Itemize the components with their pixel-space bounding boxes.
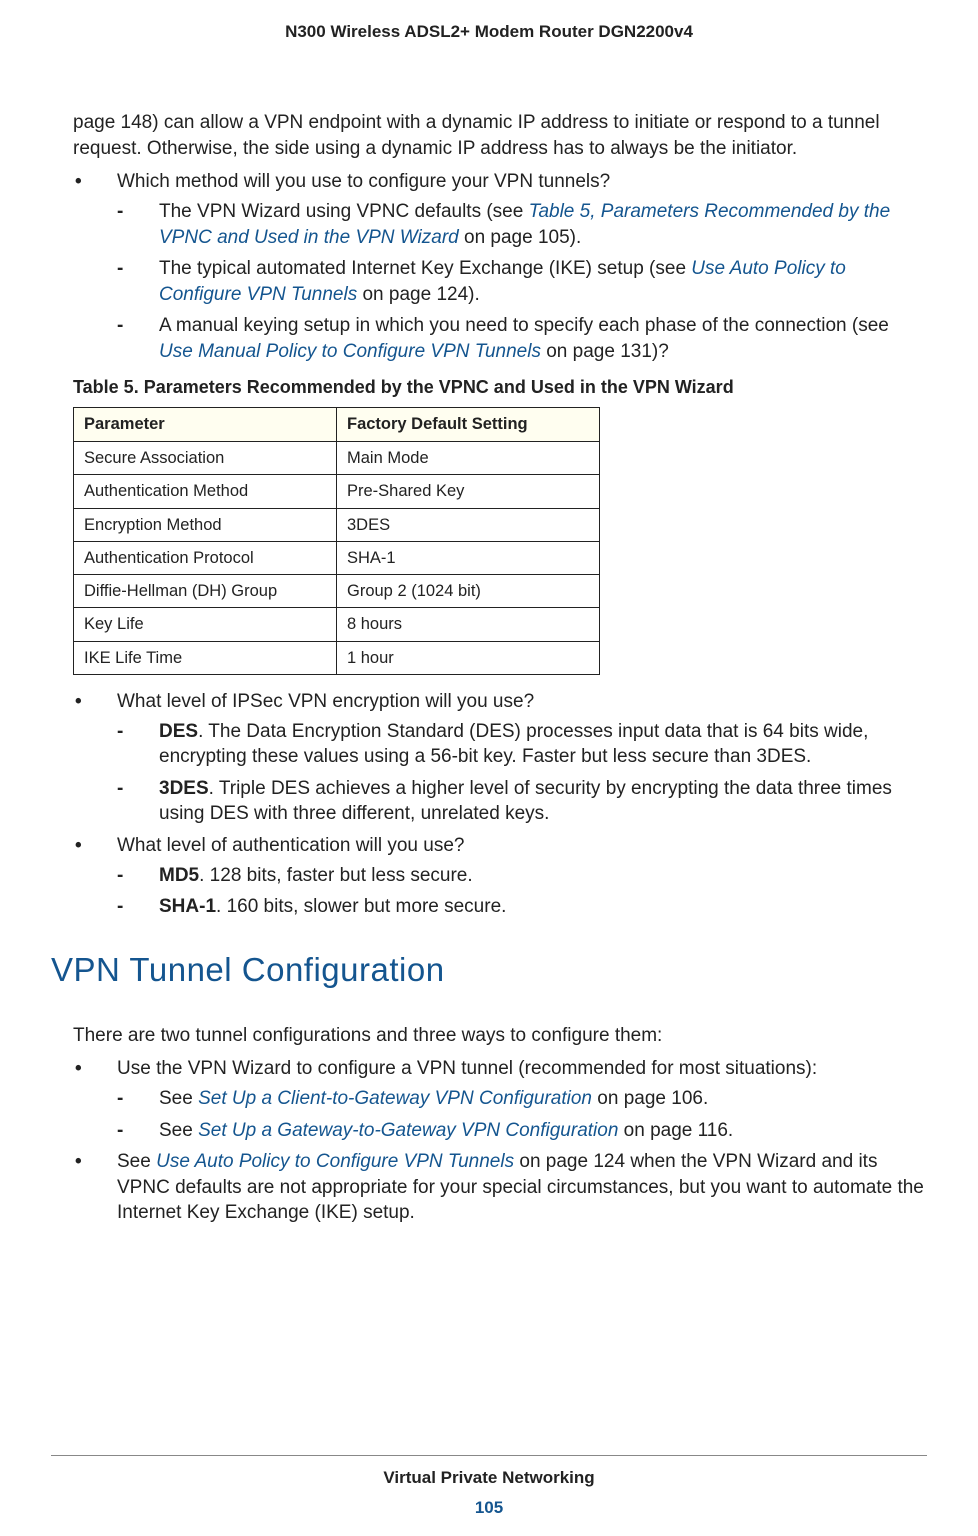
section-intro: There are two tunnel configurations and … xyxy=(73,1023,927,1049)
table-cell: Secure Association xyxy=(74,442,337,475)
bullet-s1: Use the VPN Wizard to configure a VPN tu… xyxy=(73,1056,927,1143)
table-cell: Authentication Protocol xyxy=(74,541,337,574)
q1a-pre: The VPN Wizard using VPNC defaults (see xyxy=(159,201,529,222)
s1a-link[interactable]: Set Up a Client-to-Gateway VPN Configura… xyxy=(198,1088,592,1109)
dash-s1a: See Set Up a Client-to-Gateway VPN Confi… xyxy=(117,1086,927,1112)
s1a-pre: See xyxy=(159,1088,198,1109)
q2-text: What level of IPSec VPN encryption will … xyxy=(117,691,534,712)
vpnc-parameters-table: Parameter Factory Default Setting Secure… xyxy=(73,407,600,675)
table-cell: Main Mode xyxy=(337,442,600,475)
table-cell: Diffie-Hellman (DH) Group xyxy=(74,575,337,608)
q1c-post: on page 131)? xyxy=(541,341,669,362)
dash-q1c: A manual keying setup in which you need … xyxy=(117,313,927,364)
dash-q1a: The VPN Wizard using VPNC defaults (see … xyxy=(117,199,927,250)
dash-s1b: See Set Up a Gateway-to-Gateway VPN Conf… xyxy=(117,1118,927,1144)
q3a-text: . 128 bits, faster but less secure. xyxy=(199,865,473,886)
bullet-q1: Which method will you use to configure y… xyxy=(73,169,927,364)
dash-q2a: DES. The Data Encryption Standard (DES) … xyxy=(117,719,927,770)
table-cell: Authentication Method xyxy=(74,475,337,508)
table-header-parameter: Parameter xyxy=(74,408,337,442)
q1-text: Which method will you use to configure y… xyxy=(117,171,610,192)
bullet-q3: What level of authentication will you us… xyxy=(73,833,927,920)
q2b-text: . Triple DES achieves a higher level of … xyxy=(159,778,892,825)
dash-q3a: MD5. 128 bits, faster but less secure. xyxy=(117,863,927,889)
dash-q2b: 3DES. Triple DES achieves a higher level… xyxy=(117,776,927,827)
q2b-bold: 3DES xyxy=(159,778,209,799)
dash-q3b: SHA-1. 160 bits, slower but more secure. xyxy=(117,894,927,920)
s2-link[interactable]: Use Auto Policy to Configure VPN Tunnels xyxy=(156,1151,514,1172)
q1b-post: on page 124). xyxy=(357,284,480,305)
q3b-bold: SHA-1 xyxy=(159,896,216,917)
table-row: Authentication MethodPre-Shared Key xyxy=(74,475,600,508)
table-cell: Group 2 (1024 bit) xyxy=(337,575,600,608)
dash-q1b: The typical automated Internet Key Excha… xyxy=(117,256,927,307)
table-cell: Encryption Method xyxy=(74,508,337,541)
s1b-post: on page 116. xyxy=(618,1120,733,1141)
table-row: IKE Life Time1 hour xyxy=(74,641,600,674)
footer-page-number: 105 xyxy=(0,1498,978,1518)
table-cell: 8 hours xyxy=(337,608,600,641)
table-cell: IKE Life Time xyxy=(74,641,337,674)
s1b-pre: See xyxy=(159,1120,198,1141)
q3a-bold: MD5 xyxy=(159,865,199,886)
table-row: Authentication ProtocolSHA-1 xyxy=(74,541,600,574)
table-cell: Pre-Shared Key xyxy=(337,475,600,508)
page-header-title: N300 Wireless ADSL2+ Modem Router DGN220… xyxy=(51,22,927,42)
q3-text: What level of authentication will you us… xyxy=(117,835,464,856)
s1-text: Use the VPN Wizard to configure a VPN tu… xyxy=(117,1058,817,1079)
q2a-text: . The Data Encryption Standard (DES) pro… xyxy=(159,721,868,768)
table-header-row: Parameter Factory Default Setting xyxy=(74,408,600,442)
footer-rule xyxy=(51,1455,927,1456)
table-cell: SHA-1 xyxy=(337,541,600,574)
intro-paragraph: page 148) can allow a VPN endpoint with … xyxy=(73,110,927,161)
table-row: Diffie-Hellman (DH) GroupGroup 2 (1024 b… xyxy=(74,575,600,608)
table-row: Secure AssociationMain Mode xyxy=(74,442,600,475)
q1a-post: on page 105). xyxy=(459,227,582,248)
table-caption: Table 5. Parameters Recommended by the V… xyxy=(73,375,927,399)
section-title: VPN Tunnel Configuration xyxy=(51,948,927,993)
s1a-post: on page 106. xyxy=(592,1088,708,1109)
table-cell: 1 hour xyxy=(337,641,600,674)
s2-pre: See xyxy=(117,1151,156,1172)
bullet-q2: What level of IPSec VPN encryption will … xyxy=(73,689,927,827)
q3b-text: . 160 bits, slower but more secure. xyxy=(216,896,506,917)
table-row: Key Life8 hours xyxy=(74,608,600,641)
q1b-pre: The typical automated Internet Key Excha… xyxy=(159,258,691,279)
s1b-link[interactable]: Set Up a Gateway-to-Gateway VPN Configur… xyxy=(198,1120,618,1141)
bullet-s2: See Use Auto Policy to Configure VPN Tun… xyxy=(73,1149,927,1226)
q2a-bold: DES xyxy=(159,721,198,742)
q1c-link[interactable]: Use Manual Policy to Configure VPN Tunne… xyxy=(159,341,541,362)
q1c-pre: A manual keying setup in which you need … xyxy=(159,315,889,336)
table-cell: Key Life xyxy=(74,608,337,641)
table-cell: 3DES xyxy=(337,508,600,541)
table-header-default: Factory Default Setting xyxy=(337,408,600,442)
footer-section: Virtual Private Networking xyxy=(0,1468,978,1488)
table-row: Encryption Method3DES xyxy=(74,508,600,541)
